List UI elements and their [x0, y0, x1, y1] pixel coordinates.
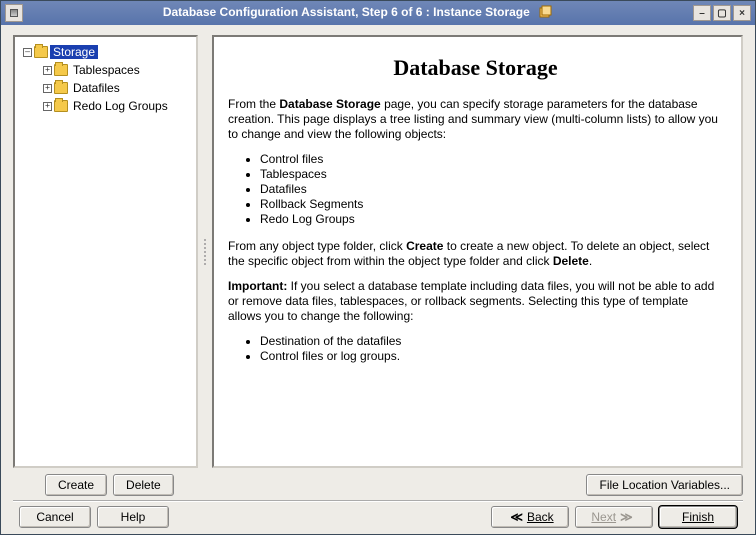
tree-item-label: Datafiles — [70, 81, 123, 95]
tree-item-datafiles[interactable]: + Datafiles — [19, 79, 192, 97]
window-titlebar: Database Configuration Assistant, Step 6… — [1, 1, 755, 25]
content-panel: Database Storage From the Database Stora… — [212, 35, 743, 468]
wizard-button-row: Cancel Help ≪Back Next≫ Finish — [13, 500, 743, 528]
file-location-variables-button[interactable]: File Location Variables... — [586, 474, 743, 496]
window-controls: – ▢ × — [693, 5, 751, 21]
cancel-button[interactable]: Cancel — [19, 506, 91, 528]
stack-icon — [537, 5, 553, 21]
object-list: Control files Tablespaces Datafiles Roll… — [228, 152, 723, 227]
list-item: Rollback Segments — [260, 197, 723, 212]
expand-icon[interactable]: + — [43, 102, 52, 111]
system-menu-icon[interactable] — [5, 4, 23, 22]
template-change-list: Destination of the datafiles Control fil… — [228, 334, 723, 364]
maximize-button[interactable]: ▢ — [713, 5, 731, 21]
back-button[interactable]: ≪Back — [491, 506, 569, 528]
client-area: – Storage + Tablespaces + Datafiles + — [1, 25, 755, 534]
tree-item-tablespaces[interactable]: + Tablespaces — [19, 61, 192, 79]
list-item: Control files — [260, 152, 723, 167]
important-paragraph: Important: If you select a database temp… — [228, 279, 723, 324]
create-button[interactable]: Create — [45, 474, 107, 496]
chevron-right-icon: ≫ — [616, 510, 637, 524]
folder-icon — [54, 100, 68, 112]
expand-icon[interactable]: + — [43, 84, 52, 93]
chevron-left-icon: ≪ — [506, 510, 527, 524]
storage-tree: – Storage + Tablespaces + Datafiles + — [19, 43, 192, 115]
help-button[interactable]: Help — [97, 506, 169, 528]
tree-item-label: Tablespaces — [70, 63, 143, 77]
close-button[interactable]: × — [733, 5, 751, 21]
folder-icon — [54, 64, 68, 76]
list-item: Redo Log Groups — [260, 212, 723, 227]
splitter-handle[interactable] — [202, 35, 208, 468]
folder-icon — [54, 82, 68, 94]
minimize-button[interactable]: – — [693, 5, 711, 21]
tree-item-label: Redo Log Groups — [70, 99, 171, 113]
delete-button[interactable]: Delete — [113, 474, 174, 496]
list-item: Destination of the datafiles — [260, 334, 723, 349]
mid-button-row: Create Delete File Location Variables... — [13, 468, 743, 500]
tree-item-redologgroups[interactable]: + Redo Log Groups — [19, 97, 192, 115]
list-item: Tablespaces — [260, 167, 723, 182]
expand-icon[interactable]: + — [43, 66, 52, 75]
create-delete-paragraph: From any object type folder, click Creat… — [228, 239, 723, 269]
tree-panel[interactable]: – Storage + Tablespaces + Datafiles + — [13, 35, 198, 468]
collapse-icon[interactable]: – — [23, 48, 32, 57]
list-item: Control files or log groups. — [260, 349, 723, 364]
tree-root-label: Storage — [50, 45, 98, 59]
folder-icon — [34, 46, 48, 58]
next-button: Next≫ — [575, 506, 653, 528]
tree-root-storage[interactable]: – Storage — [19, 43, 192, 61]
page-heading: Database Storage — [228, 55, 723, 81]
main-row: – Storage + Tablespaces + Datafiles + — [13, 35, 743, 468]
window-title: Database Configuration Assistant, Step 6… — [27, 5, 689, 21]
finish-button[interactable]: Finish — [659, 506, 737, 528]
window-title-text: Database Configuration Assistant, Step 6… — [163, 5, 530, 19]
list-item: Datafiles — [260, 182, 723, 197]
intro-paragraph: From the Database Storage page, you can … — [228, 97, 723, 142]
